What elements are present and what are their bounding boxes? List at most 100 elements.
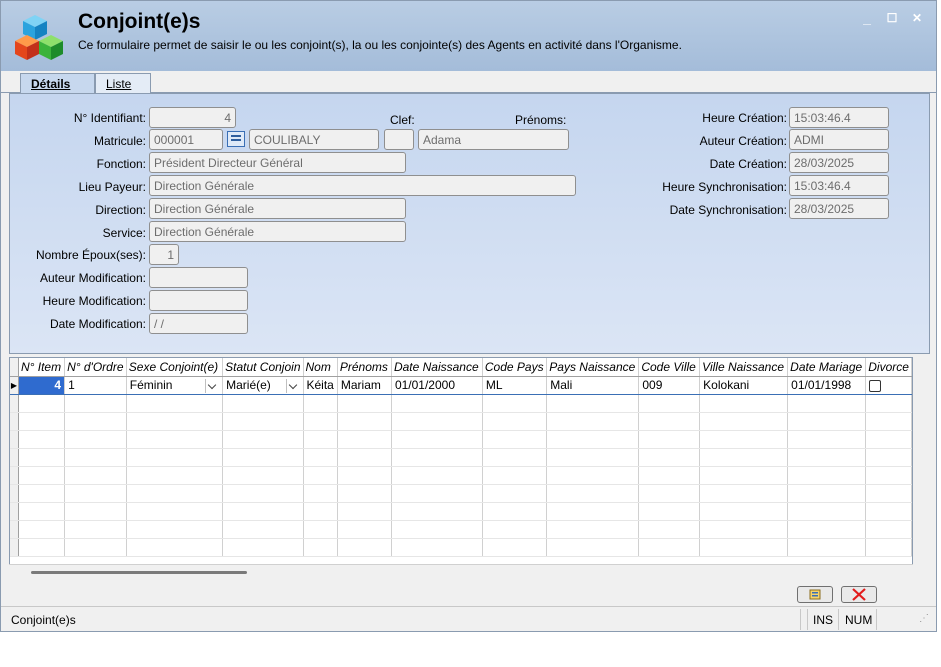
- col-header[interactable]: N° Item: [18, 358, 66, 377]
- prenoms-field[interactable]: Adama: [418, 129, 569, 150]
- empty-table-row[interactable]: [10, 484, 912, 503]
- empty-cell[interactable]: [546, 520, 640, 539]
- empty-cell[interactable]: [18, 448, 66, 467]
- clef-field[interactable]: [384, 129, 414, 150]
- empty-cell[interactable]: [64, 412, 127, 431]
- empty-cell[interactable]: [126, 430, 224, 449]
- empty-cell[interactable]: [482, 412, 548, 431]
- empty-cell[interactable]: [18, 430, 66, 449]
- empty-cell[interactable]: [546, 412, 640, 431]
- service-field[interactable]: Direction Générale: [149, 221, 406, 242]
- col-header[interactable]: Code Ville: [638, 358, 701, 377]
- new-record-button[interactable]: [797, 586, 833, 603]
- empty-cell[interactable]: [699, 394, 789, 413]
- empty-cell[interactable]: [391, 502, 483, 521]
- empty-table-row[interactable]: [10, 448, 912, 467]
- empty-cell[interactable]: [482, 502, 548, 521]
- empty-cell[interactable]: [64, 520, 127, 539]
- empty-cell[interactable]: [303, 430, 338, 449]
- empty-cell[interactable]: [482, 538, 548, 557]
- col-header[interactable]: Date Mariage: [787, 358, 867, 377]
- empty-cell[interactable]: [337, 412, 392, 431]
- empty-cell[interactable]: [638, 448, 701, 467]
- matricule-field[interactable]: 000001: [149, 129, 223, 150]
- empty-cell[interactable]: [865, 448, 912, 467]
- empty-cell[interactable]: [865, 502, 912, 521]
- cell-ordre[interactable]: 1: [64, 375, 127, 395]
- cell-ville-naissance[interactable]: Kolokani: [699, 375, 789, 395]
- empty-cell[interactable]: [18, 484, 66, 503]
- empty-cell[interactable]: [303, 484, 338, 503]
- empty-cell[interactable]: [787, 502, 867, 521]
- empty-cell[interactable]: [64, 538, 127, 557]
- empty-cell[interactable]: [391, 412, 483, 431]
- scrollbar-thumb[interactable]: [31, 571, 247, 574]
- empty-cell[interactable]: [303, 448, 338, 467]
- empty-cell[interactable]: [638, 538, 701, 557]
- empty-table-row[interactable]: [10, 502, 912, 521]
- empty-cell[interactable]: [865, 466, 912, 485]
- date-creation-field[interactable]: 28/03/2025: [789, 152, 889, 173]
- empty-cell[interactable]: [546, 502, 640, 521]
- empty-cell[interactable]: [699, 538, 789, 557]
- empty-cell[interactable]: [699, 412, 789, 431]
- empty-table-row[interactable]: [10, 430, 912, 449]
- empty-cell[interactable]: [18, 538, 66, 557]
- direction-field[interactable]: Direction Générale: [149, 198, 406, 219]
- empty-cell[interactable]: [482, 430, 548, 449]
- empty-cell[interactable]: [482, 394, 548, 413]
- empty-cell[interactable]: [482, 484, 548, 503]
- empty-cell[interactable]: [64, 466, 127, 485]
- empty-cell[interactable]: [787, 412, 867, 431]
- auteur-creation-field[interactable]: ADMI: [789, 129, 889, 150]
- heure-modification-field[interactable]: [149, 290, 248, 311]
- empty-cell[interactable]: [638, 394, 701, 413]
- col-header[interactable]: Prénoms: [337, 358, 392, 377]
- empty-cell[interactable]: [64, 448, 127, 467]
- cell-code-ville[interactable]: 009: [638, 375, 701, 395]
- chevron-down-icon[interactable]: [205, 378, 219, 393]
- empty-cell[interactable]: [482, 448, 548, 467]
- cell-date-naissance[interactable]: 01/01/2000: [391, 375, 483, 395]
- empty-cell[interactable]: [391, 520, 483, 539]
- resize-grip-icon[interactable]: ⋰: [919, 609, 933, 630]
- empty-cell[interactable]: [638, 412, 701, 431]
- empty-cell[interactable]: [222, 448, 304, 467]
- heure-sync-field[interactable]: 15:03:46.4: [789, 175, 889, 196]
- cell-divorce[interactable]: [865, 375, 912, 395]
- empty-cell[interactable]: [787, 466, 867, 485]
- empty-cell[interactable]: [546, 466, 640, 485]
- empty-table-row[interactable]: [10, 466, 912, 485]
- cell-code-pays[interactable]: ML: [482, 375, 548, 395]
- empty-cell[interactable]: [64, 394, 127, 413]
- col-header[interactable]: Pays Naissance: [546, 358, 640, 377]
- col-header[interactable]: Sexe Conjoint(e): [126, 358, 224, 377]
- empty-cell[interactable]: [699, 448, 789, 467]
- delete-button[interactable]: [841, 586, 877, 603]
- empty-cell[interactable]: [337, 466, 392, 485]
- fonction-field[interactable]: Président Directeur Général: [149, 152, 406, 173]
- empty-cell[interactable]: [18, 412, 66, 431]
- empty-cell[interactable]: [126, 466, 224, 485]
- empty-cell[interactable]: [546, 484, 640, 503]
- col-header[interactable]: N° d'Ordre: [64, 358, 127, 377]
- empty-table-row[interactable]: [10, 394, 912, 413]
- empty-cell[interactable]: [865, 430, 912, 449]
- empty-cell[interactable]: [391, 466, 483, 485]
- col-header[interactable]: Ville Naissance: [699, 358, 789, 377]
- empty-cell[interactable]: [126, 520, 224, 539]
- empty-cell[interactable]: [222, 412, 304, 431]
- empty-cell[interactable]: [18, 466, 66, 485]
- empty-cell[interactable]: [865, 520, 912, 539]
- auteur-modification-field[interactable]: [149, 267, 248, 288]
- empty-cell[interactable]: [787, 394, 867, 413]
- empty-cell[interactable]: [787, 448, 867, 467]
- divorce-checkbox[interactable]: [869, 379, 882, 392]
- empty-cell[interactable]: [303, 538, 338, 557]
- heure-creation-field[interactable]: 15:03:46.4: [789, 107, 889, 128]
- cell-pays-naissance[interactable]: Mali: [546, 375, 640, 395]
- empty-cell[interactable]: [546, 538, 640, 557]
- empty-cell[interactable]: [865, 412, 912, 431]
- empty-cell[interactable]: [638, 430, 701, 449]
- empty-cell[interactable]: [303, 520, 338, 539]
